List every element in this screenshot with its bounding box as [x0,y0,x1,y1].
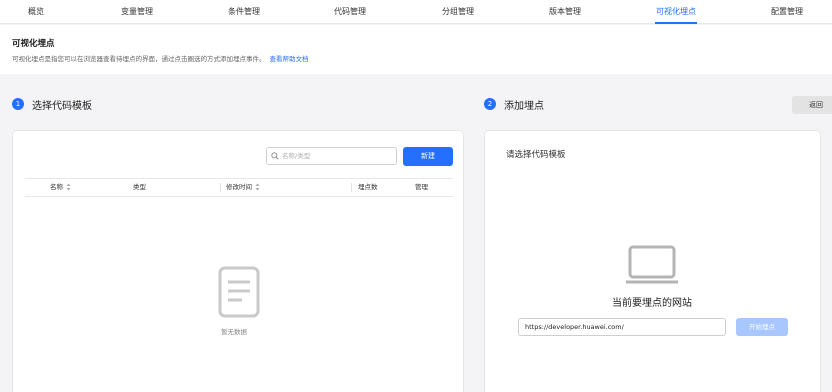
laptop-icon [626,245,678,284]
column-divider [220,183,221,192]
top-tabs: 概览 变量管理 条件管理 代码管理 分组管理 版本管理 可视化埋点 配置管理 [0,0,832,24]
column-type: 类型 [133,183,146,191]
url-input[interactable] [518,318,726,336]
empty-state-text: 暂无数据 [221,328,247,336]
sort-icon[interactable] [255,183,260,191]
column-divider [351,183,352,192]
tab-overview[interactable]: 概览 [28,0,44,24]
template-panel [12,130,464,392]
tab-config[interactable]: 配置管理 [771,0,803,24]
column-modified[interactable]: 修改时间 [226,179,260,196]
step-2-badge: 2 [484,98,496,110]
tab-code[interactable]: 代码管理 [334,0,366,24]
tab-visual-tracking[interactable]: 可视化埋点 [655,0,697,24]
select-template-hint: 请选择代码模板 [506,150,566,160]
column-name[interactable]: 名称 [50,179,71,196]
search-input[interactable] [282,149,392,163]
column-modified-label: 修改时间 [226,183,252,191]
sort-icon[interactable] [66,183,71,191]
table-header: 名称 类型 修改时间 埋点数 管理 [25,178,453,197]
intro-section: 可视化埋点 可视化埋点是指您可以在浏览器查看待埋点的界面，通过点击圈选的方式添加… [0,25,832,74]
column-manage: 管理 [415,183,428,191]
help-doc-link[interactable]: 查看帮助文档 [270,55,309,63]
back-button[interactable]: 返回 [792,96,832,114]
tab-variables[interactable]: 变量管理 [121,0,153,24]
page-title: 可视化埋点 [12,39,55,49]
step-2-title: 添加埋点 [504,101,544,112]
step-1-badge: 1 [12,98,24,110]
new-template-button[interactable]: 新建 [403,147,453,166]
start-tracking-button[interactable]: 开始埋点 [736,318,788,336]
document-empty-icon [218,266,260,318]
tab-versions[interactable]: 版本管理 [549,0,581,24]
tab-groups[interactable]: 分组管理 [442,0,474,24]
page-description: 可视化埋点是指您可以在浏览器查看待埋点的界面，通过点击圈选的方式添加埋点事件。查… [12,53,309,63]
search-icon [271,152,279,160]
site-label: 当前要埋点的网站 [612,298,692,309]
step-1-title: 选择代码模板 [32,101,92,112]
tab-conditions[interactable]: 条件管理 [228,0,260,24]
column-name-label: 名称 [50,183,63,191]
column-points: 埋点数 [358,183,378,191]
search-box[interactable] [266,147,397,165]
description-text: 可视化埋点是指您可以在浏览器查看待埋点的界面，通过点击圈选的方式添加埋点事件。 [12,55,266,63]
